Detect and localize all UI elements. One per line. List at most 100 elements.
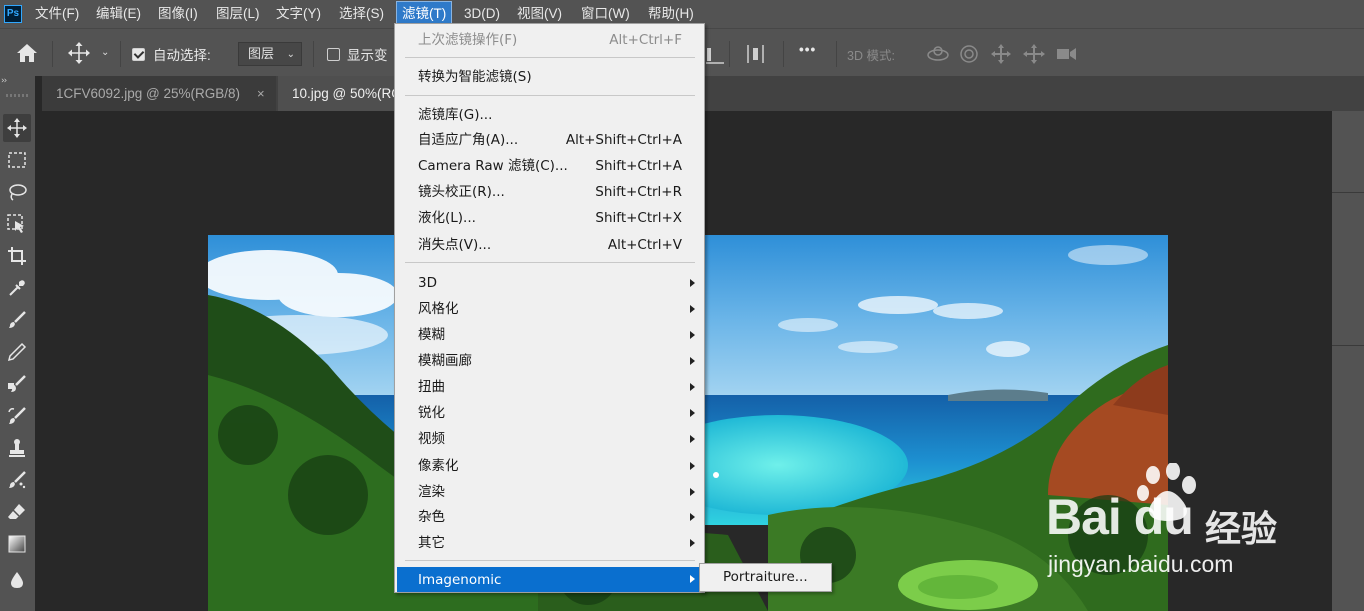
submenu-arrow-icon: [690, 575, 695, 583]
menu-select[interactable]: 选择(S): [334, 0, 389, 28]
submenu-arrow-icon: [690, 513, 695, 521]
history-brush-icon: [8, 407, 26, 424]
menu-item-last-filter: 上次滤镜操作(F) Alt+Ctrl+F: [418, 32, 682, 48]
menu-separator: [405, 560, 695, 561]
stamp-tool[interactable]: [3, 434, 31, 462]
menu-type[interactable]: 文字(Y): [271, 0, 326, 28]
chevron-down-icon: ⌄: [286, 49, 295, 60]
pan-3d-icon[interactable]: [990, 43, 1012, 65]
crop-icon: [8, 247, 26, 265]
filter-dropdown-menu: 上次滤镜操作(F) Alt+Ctrl+F 转换为智能滤镜(S) 滤镜库(G)...…: [394, 23, 705, 593]
menu-item-render[interactable]: 渲染: [395, 480, 704, 504]
menu-item-noise[interactable]: 杂色: [395, 505, 704, 529]
options-separator: [729, 41, 730, 67]
layer-select-dropdown[interactable]: 图层 ⌄: [238, 42, 302, 66]
eyedropper-tool[interactable]: [3, 274, 31, 302]
menu-layer[interactable]: 图层(L): [211, 0, 265, 28]
menu-item-pixelate[interactable]: 像素化: [395, 454, 704, 478]
submenu-arrow-icon: [690, 435, 695, 443]
gradient-icon: [8, 535, 26, 553]
panel-collapse-icon[interactable]: ››: [1, 76, 7, 86]
stamp-icon: [9, 439, 25, 457]
menu-edit[interactable]: 编辑(E): [91, 0, 146, 28]
brush-icon: [9, 311, 26, 328]
menu-item-convert-smart-filter[interactable]: 转换为智能滤镜(S): [395, 65, 704, 89]
heal-brush-tool[interactable]: [3, 466, 31, 494]
menu-item-vanishing-point[interactable]: 消失点(V)... Alt+Ctrl+V: [395, 233, 704, 257]
watermark-logo-text: Bai du: [1046, 489, 1194, 545]
chevron-down-icon[interactable]: ⌄: [101, 47, 109, 58]
eraser-tool[interactable]: [3, 498, 31, 526]
menu-item-liquify[interactable]: 液化(L)... Shift+Ctrl+X: [395, 206, 704, 230]
object-select-icon: [7, 214, 24, 233]
close-icon[interactable]: ×: [257, 76, 265, 111]
menu-item-stylize[interactable]: 风格化: [395, 297, 704, 321]
menu-file[interactable]: 文件(F): [30, 0, 84, 28]
clone-brush-tool[interactable]: [3, 370, 31, 398]
history-brush-tool[interactable]: [3, 402, 31, 430]
auto-select-label: 自动选择:: [153, 48, 211, 63]
object-select-tool[interactable]: [3, 210, 31, 238]
submenu-arrow-icon: [690, 331, 695, 339]
brush-tool[interactable]: [3, 306, 31, 334]
submenu-arrow-icon: [690, 357, 695, 365]
document-tab-title: 1CFV6092.jpg @ 25%(RGB/8): [56, 86, 241, 101]
eyedropper-icon: [9, 280, 25, 296]
menu-item-video[interactable]: 视频: [395, 427, 704, 451]
menu-item-blur-gallery[interactable]: 模糊画廊: [395, 349, 704, 373]
menu-item-blur[interactable]: 模糊: [395, 323, 704, 347]
eraser-icon: [8, 504, 25, 519]
submenu-arrow-icon: [690, 409, 695, 417]
distribute-icon[interactable]: [746, 43, 766, 65]
pencil-tool[interactable]: [3, 338, 31, 366]
home-icon[interactable]: [16, 43, 38, 63]
options-separator: [313, 41, 314, 67]
layer-select-value: 图层: [248, 46, 275, 61]
move-tool-icon: [7, 118, 27, 138]
panel-grip[interactable]: [6, 94, 28, 97]
watermark-brand-text: 经验: [1205, 509, 1278, 550]
photoshop-logo: Ps: [4, 5, 22, 23]
move-tool[interactable]: [3, 114, 31, 142]
clone-brush-icon: [8, 375, 26, 392]
orbit-3d-icon[interactable]: [926, 43, 950, 65]
align-bottom-icon[interactable]: [705, 43, 725, 65]
submenu-arrow-icon: [690, 279, 695, 287]
show-transform-checkbox[interactable]: [327, 48, 340, 61]
submenu-item-portraiture[interactable]: Portraiture...: [723, 564, 808, 591]
video-camera-3d-icon[interactable]: [1055, 43, 1079, 65]
gradient-tool[interactable]: [3, 530, 31, 558]
roll-3d-icon[interactable]: [958, 43, 980, 65]
marquee-icon: [8, 152, 26, 168]
auto-select-checkbox[interactable]: [132, 48, 145, 61]
show-transform-label: 显示变: [347, 48, 388, 63]
options-separator: [120, 41, 121, 67]
menu-item-camera-raw[interactable]: Camera Raw 滤镜(C)... Shift+Ctrl+A: [395, 154, 704, 178]
submenu-arrow-icon: [690, 488, 695, 496]
menu-item-adaptive-wide-angle[interactable]: 自适应广角(A)... Alt+Shift+Ctrl+A: [395, 128, 704, 152]
document-tab-1[interactable]: 1CFV6092.jpg @ 25%(RGB/8) ×: [42, 76, 276, 111]
lasso-tool[interactable]: [3, 178, 31, 206]
menu-item-imagenomic[interactable]: Imagenomic: [397, 567, 702, 592]
menu-separator: [405, 262, 695, 263]
options-separator: [52, 41, 53, 67]
menu-item-sharpen[interactable]: 锐化: [395, 401, 704, 425]
mode-3d-label: 3D 模式:: [847, 49, 895, 63]
submenu-arrow-icon: [690, 305, 695, 313]
crop-tool[interactable]: [3, 242, 31, 270]
imagenomic-submenu: Portraiture...: [699, 563, 832, 592]
move-tool-icon[interactable]: [66, 41, 92, 65]
heal-brush-icon: [9, 471, 26, 489]
menu-item-filter-gallery[interactable]: 滤镜库(G)...: [395, 103, 704, 127]
more-options-button[interactable]: •••: [799, 42, 816, 57]
menu-item-lens-correction[interactable]: 镜头校正(R)... Shift+Ctrl+R: [395, 180, 704, 204]
slide-3d-icon[interactable]: [1022, 43, 1046, 65]
menu-image[interactable]: 图像(I): [153, 0, 203, 28]
tools-panel: ››: [0, 76, 35, 611]
marquee-tool[interactable]: [3, 146, 31, 174]
submenu-arrow-icon: [690, 462, 695, 470]
menu-item-3d[interactable]: 3D: [395, 271, 704, 295]
blur-tool[interactable]: [3, 566, 31, 594]
menu-item-distort[interactable]: 扭曲: [395, 375, 704, 399]
menu-item-other[interactable]: 其它: [395, 531, 704, 555]
